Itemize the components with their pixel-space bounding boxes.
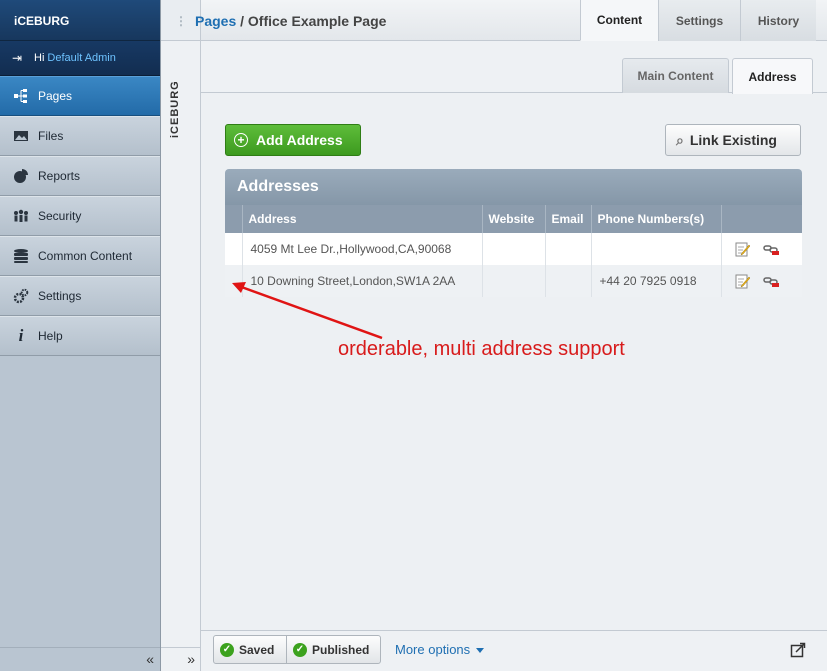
sidebar-item-files[interactable]: Files xyxy=(0,116,160,156)
pie-chart-icon xyxy=(12,168,30,184)
column-header-address: Address xyxy=(242,205,483,233)
users-icon xyxy=(12,208,30,224)
sidebar-item-label: Security xyxy=(38,209,82,223)
check-circle-icon: ✓ xyxy=(293,642,307,657)
sidebar-item-label: Reports xyxy=(38,169,81,183)
search-icon: ⌕ xyxy=(676,131,684,148)
sidebar-collapse-button[interactable]: « xyxy=(0,647,160,671)
link-existing-label: Link Existing xyxy=(689,132,777,148)
published-label: Published xyxy=(312,642,370,657)
greeting-text: Hi xyxy=(34,52,45,64)
sidebar-item-label: Files xyxy=(38,129,64,143)
sidebar-item-common-content[interactable]: Common Content xyxy=(0,236,160,276)
add-address-button[interactable]: + Add Address xyxy=(225,124,361,156)
cell-email xyxy=(545,265,592,297)
sidebar: iCEBURG ⇥ Hi Default Admin Pages Files R… xyxy=(0,0,161,671)
tab-address[interactable]: Address xyxy=(732,58,813,94)
sub-tabs-bar: Main Content Address xyxy=(201,41,827,94)
link-existing-button[interactable]: ⌕ Link Existing xyxy=(665,124,801,156)
sidebar-item-label: Pages xyxy=(38,89,73,103)
tab-content[interactable]: Content xyxy=(580,0,658,41)
saved-button[interactable]: ✓ Saved xyxy=(213,635,287,664)
sidebar-item-label: Settings xyxy=(38,289,82,303)
database-icon xyxy=(12,248,30,264)
sidebar-item-label: Help xyxy=(38,329,63,343)
sidebar-item-reports[interactable]: Reports xyxy=(0,156,160,196)
cell-phone xyxy=(591,233,722,265)
cell-website xyxy=(482,233,546,265)
tab-history[interactable]: History xyxy=(740,0,816,41)
cell-actions xyxy=(721,233,802,265)
sidebar-item-help[interactable]: i Help xyxy=(0,316,160,356)
breadcrumb-pages-link[interactable]: Pages xyxy=(195,13,236,29)
saved-label: Saved xyxy=(239,642,275,657)
footer-bar: ✓ Saved ✓ Published More options xyxy=(201,630,827,671)
popout-icon[interactable] xyxy=(790,642,806,658)
panel-expand-button[interactable]: » xyxy=(161,647,201,671)
sidebar-item-settings[interactable]: Settings xyxy=(0,276,160,316)
vertical-panel: iCEBURG » xyxy=(161,0,201,671)
cell-phone: +44 20 7925 0918 xyxy=(591,265,722,297)
logout-icon[interactable]: ⇥ xyxy=(12,52,26,64)
cell-website xyxy=(482,265,546,297)
breadcrumb-separator: / xyxy=(236,12,248,29)
sidebar-item-label: Common Content xyxy=(38,249,133,263)
annotation-text: orderable, multi address support xyxy=(338,338,625,360)
more-options-dropdown[interactable]: More options xyxy=(395,642,485,657)
annotation-arrow xyxy=(232,282,383,340)
unlink-icon[interactable] xyxy=(763,273,779,289)
column-header-website: Website xyxy=(482,205,546,233)
table-header-row: Address Website Email Phone Numbers(s) xyxy=(225,205,802,233)
info-icon: i xyxy=(18,326,24,345)
vertical-panel-label: iCEBURG xyxy=(169,80,181,138)
addresses-title: Addresses xyxy=(225,169,802,205)
sidebar-item-security[interactable]: Security xyxy=(0,196,160,236)
more-options-label: More options xyxy=(395,642,471,657)
cell-actions xyxy=(721,265,802,297)
cell-email xyxy=(545,233,592,265)
user-greeting: ⇥ Hi Default Admin xyxy=(0,41,160,76)
image-icon xyxy=(12,128,30,144)
gears-icon xyxy=(12,288,30,304)
tree-icon: ⋮ xyxy=(175,13,187,28)
user-name-link[interactable]: Default Admin xyxy=(47,52,115,64)
table-row[interactable]: 4059 Mt Lee Dr.,Hollywood,CA,90068 xyxy=(225,233,802,265)
sidebar-item-pages[interactable]: Pages xyxy=(0,76,160,116)
drag-column-header xyxy=(225,205,243,233)
brand-logo: iCEBURG xyxy=(0,0,160,41)
breadcrumb: ⋮ Pages / Office Example Page xyxy=(175,0,386,41)
caret-down-icon xyxy=(476,648,485,654)
check-circle-icon: ✓ xyxy=(220,642,234,657)
published-button[interactable]: ✓ Published xyxy=(286,635,381,664)
drag-handle[interactable] xyxy=(225,233,243,265)
tab-settings[interactable]: Settings xyxy=(658,0,740,41)
page-header: ⋮ Pages / Office Example Page Content Se… xyxy=(175,0,827,41)
edit-icon[interactable] xyxy=(734,273,750,289)
edit-icon[interactable] xyxy=(734,241,750,257)
tab-main-content[interactable]: Main Content xyxy=(622,58,729,93)
column-header-actions xyxy=(721,205,802,233)
unlink-icon[interactable] xyxy=(763,241,779,257)
column-header-email: Email xyxy=(545,205,592,233)
column-header-phone: Phone Numbers(s) xyxy=(591,205,722,233)
cell-address: 4059 Mt Lee Dr.,Hollywood,CA,90068 xyxy=(242,233,483,265)
add-address-label: Add Address xyxy=(256,132,343,148)
sitemap-icon xyxy=(12,88,30,104)
plus-circle-icon: + xyxy=(234,133,248,147)
breadcrumb-current: Office Example Page xyxy=(247,12,387,29)
